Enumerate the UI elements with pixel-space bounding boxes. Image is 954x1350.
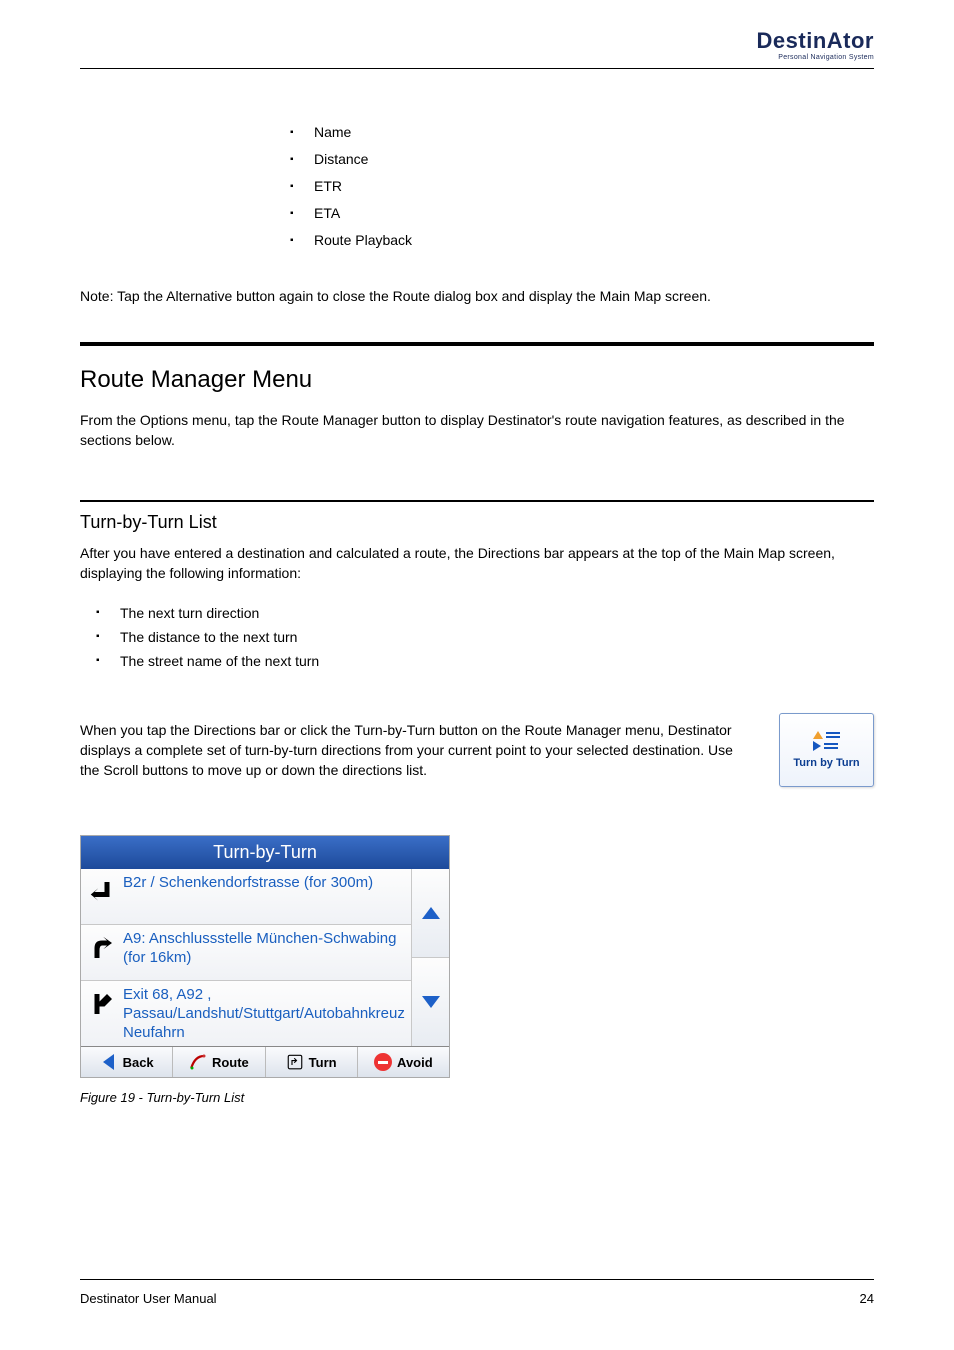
- footer-page-number: 24: [860, 1291, 874, 1306]
- turn-by-turn-description: When you tap the Directions bar or click…: [80, 720, 749, 780]
- turn-label: Turn: [309, 1055, 337, 1070]
- scroll-down-button[interactable]: [412, 958, 449, 1046]
- list-item: ETR: [290, 173, 874, 200]
- section-intro: From the Options menu, tap the Route Man…: [80, 410, 874, 450]
- turn-by-turn-icon: [813, 731, 840, 751]
- direction-item[interactable]: Exit 68, A92 , Passau/Landshut/Stuttgart…: [81, 981, 411, 1046]
- chevron-down-icon: [422, 996, 440, 1008]
- back-icon: [100, 1053, 118, 1071]
- directions-info-list: The next turn direction The distance to …: [96, 601, 874, 673]
- direction-item[interactable]: A9: Anschlussstelle München-Schwabing (f…: [81, 925, 411, 981]
- avoid-icon: [374, 1053, 392, 1071]
- turn-by-turn-screenshot: Turn-by-Turn B2r / Schenkendorfstrasse (…: [80, 835, 450, 1078]
- turn-by-turn-label: Turn by Turn: [793, 757, 859, 769]
- header-rule: [80, 68, 874, 69]
- feature-list: Name Distance ETR ETA Route Playback: [290, 119, 874, 254]
- logo-subtext: Personal Navigation System: [757, 54, 874, 61]
- route-label: Route: [212, 1055, 249, 1070]
- footer-left: Destinator User Manual: [80, 1291, 217, 1306]
- turn-button[interactable]: Turn: [266, 1047, 358, 1077]
- subsection-title: Turn-by-Turn List: [80, 512, 874, 533]
- turn-icon: [286, 1053, 304, 1071]
- logo-text: DestinAtor: [757, 28, 874, 54]
- footer-rule: [80, 1279, 874, 1280]
- screenshot-title: Turn-by-Turn: [81, 836, 449, 869]
- page-footer: Destinator User Manual 24: [80, 1291, 874, 1306]
- merge-icon: [87, 933, 117, 963]
- note-text: Note: Tap the Alternative button again t…: [80, 286, 874, 306]
- subsection-rule: [80, 500, 874, 502]
- list-item: Name: [290, 119, 874, 146]
- arrow-up-icon: [813, 731, 823, 739]
- subsection-intro: After you have entered a destination and…: [80, 543, 874, 583]
- direction-text: B2r / Schenkendorfstrasse (for 300m): [123, 873, 373, 892]
- brand-logo: DestinAtor Personal Navigation System: [757, 28, 874, 61]
- route-button[interactable]: Route: [173, 1047, 265, 1077]
- turn-by-turn-button[interactable]: Turn by Turn: [779, 713, 874, 787]
- scroll-up-button[interactable]: [412, 869, 449, 958]
- list-item: Distance: [290, 146, 874, 173]
- list-item: The next turn direction: [96, 601, 874, 625]
- chevron-up-icon: [422, 907, 440, 919]
- direction-item[interactable]: B2r / Schenkendorfstrasse (for 300m): [81, 869, 411, 925]
- lines-icon: [824, 743, 838, 749]
- route-icon: [189, 1053, 207, 1071]
- figure-caption: Figure 19 - Turn-by-Turn List: [80, 1090, 874, 1105]
- exit-icon: [87, 989, 117, 1019]
- list-item: Route Playback: [290, 227, 874, 254]
- back-button[interactable]: Back: [81, 1047, 173, 1077]
- arrow-right-icon: [813, 741, 821, 751]
- avoid-button[interactable]: Avoid: [358, 1047, 449, 1077]
- section-rule: [80, 342, 874, 346]
- turn-left-icon: [87, 877, 117, 907]
- back-label: Back: [123, 1055, 154, 1070]
- lines-icon: [826, 732, 840, 738]
- list-item: ETA: [290, 200, 874, 227]
- direction-text: Exit 68, A92 , Passau/Landshut/Stuttgart…: [123, 985, 405, 1042]
- list-item: The street name of the next turn: [96, 649, 874, 673]
- direction-text: A9: Anschlussstelle München-Schwabing (f…: [123, 929, 405, 967]
- list-item: The distance to the next turn: [96, 625, 874, 649]
- avoid-label: Avoid: [397, 1055, 433, 1070]
- section-title: Route Manager Menu: [80, 366, 874, 394]
